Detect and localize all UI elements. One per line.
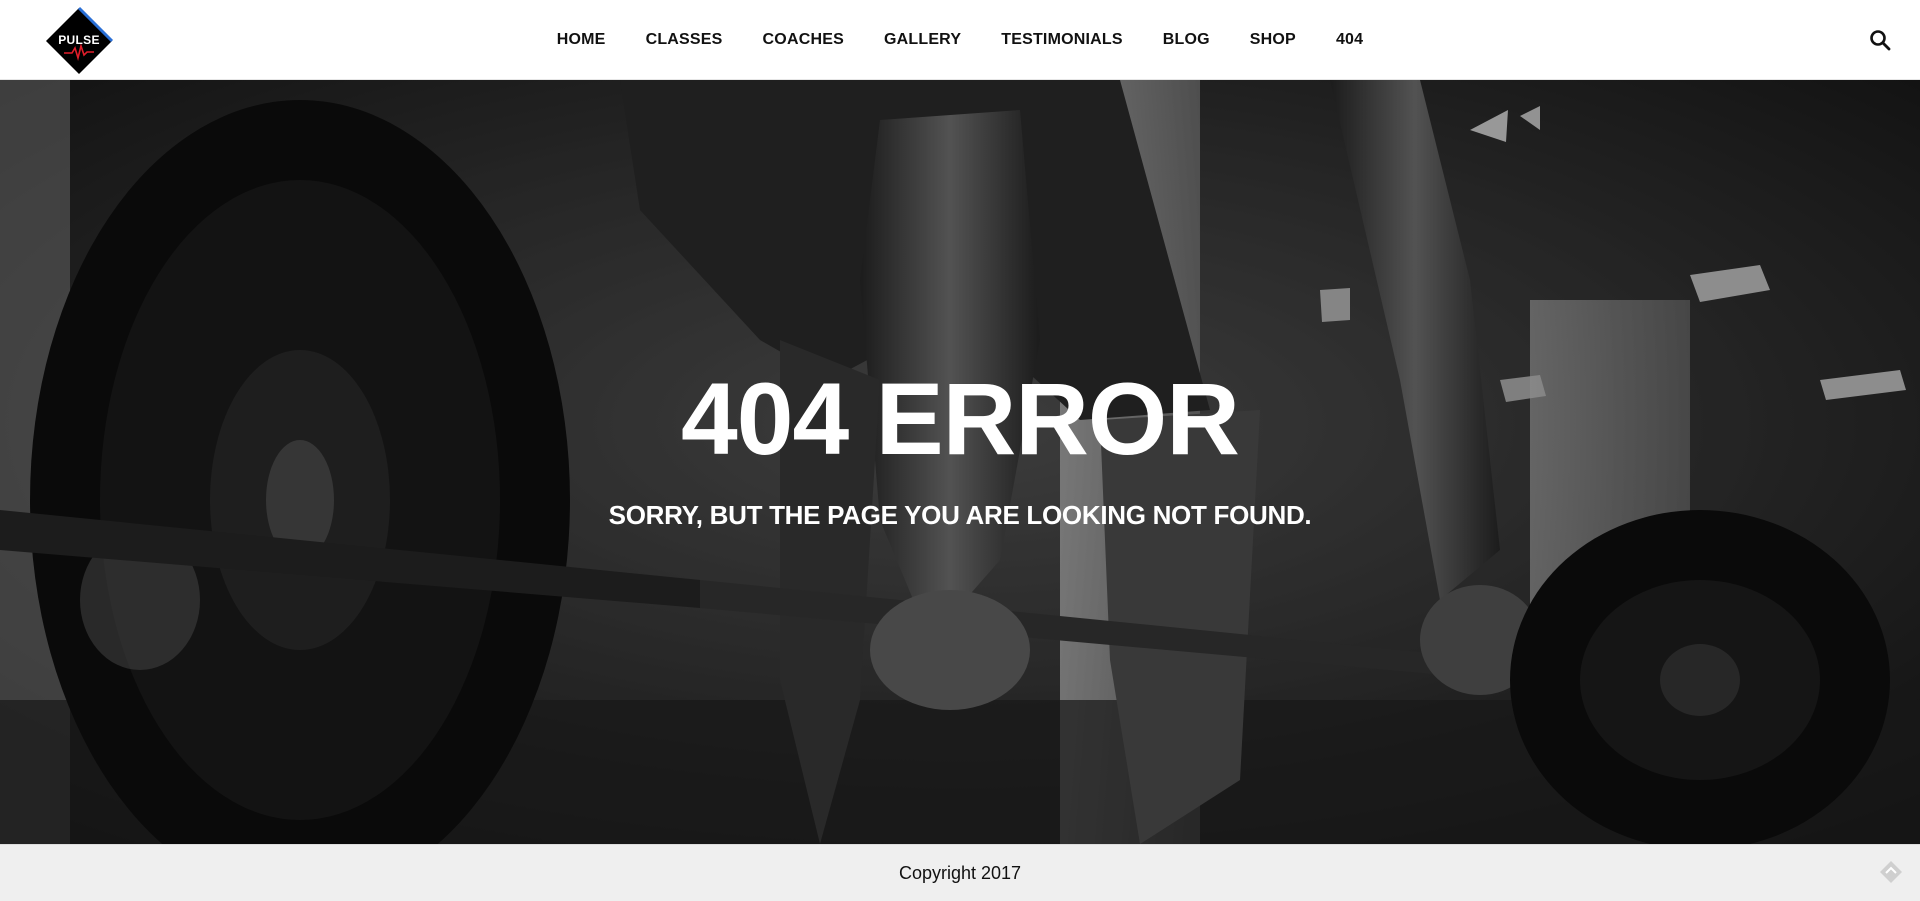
nav-item-shop[interactable]: SHOP [1230, 0, 1316, 80]
site-footer: Copyright 2017 [0, 844, 1920, 901]
site-logo[interactable]: PULSE [44, 6, 114, 76]
nav-item-404[interactable]: 404 [1316, 0, 1383, 80]
main-nav: HOME CLASSES COACHES GALLERY TESTIMONIAL… [0, 0, 1920, 80]
hero-section: 404 ERROR SORRY, BUT THE PAGE YOU ARE LO… [0, 80, 1920, 844]
nav-item-home[interactable]: HOME [537, 0, 626, 80]
search-icon[interactable] [1868, 28, 1892, 52]
nav-item-coaches[interactable]: COACHES [743, 0, 864, 80]
nav-item-gallery[interactable]: GALLERY [864, 0, 981, 80]
copyright-text: Copyright 2017 [898, 863, 1022, 883]
nav-item-testimonials[interactable]: TESTIMONIALS [981, 0, 1143, 80]
logo-text: PULSE [58, 33, 100, 47]
nav-item-classes[interactable]: CLASSES [626, 0, 743, 80]
error-title: 404 ERROR [681, 362, 1240, 476]
site-header: PULSE HOME CLASSES COACHES GALLERY TESTI… [0, 0, 1920, 80]
arrow-up-icon[interactable] [1878, 859, 1904, 885]
nav-item-blog[interactable]: BLOG [1143, 0, 1230, 80]
error-subtitle: SORRY, BUT THE PAGE YOU ARE LOOKING NOT … [608, 500, 1312, 530]
